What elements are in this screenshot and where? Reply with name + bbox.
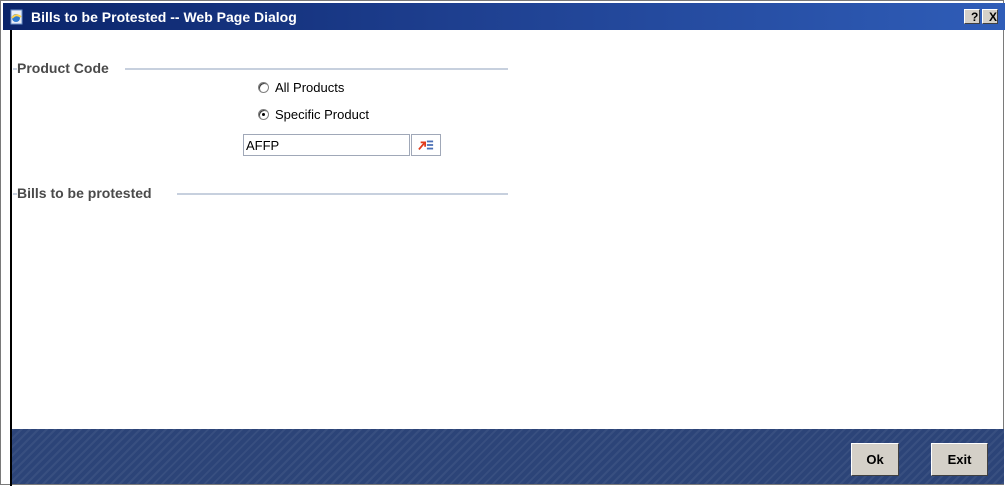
radio-button[interactable] — [258, 109, 269, 120]
dialog-window: Bills to be Protested -- Web Page Dialog… — [0, 0, 1005, 486]
exit-button[interactable]: Exit — [931, 443, 988, 476]
section-divider — [177, 193, 508, 195]
bills-section-title: Bills to be protested — [17, 185, 156, 201]
ie-page-icon — [10, 9, 23, 25]
ok-button[interactable]: Ok — [851, 443, 899, 476]
list-of-values-icon — [418, 140, 434, 151]
close-button[interactable]: X — [982, 9, 998, 24]
radio-all-products[interactable]: All Products — [258, 80, 344, 95]
title-bar: Bills to be Protested -- Web Page Dialog… — [3, 3, 1005, 30]
product-lov-button[interactable] — [411, 134, 441, 156]
section-divider — [125, 68, 508, 70]
product-code-input[interactable] — [243, 134, 410, 156]
radio-specific-product[interactable]: Specific Product — [258, 107, 369, 122]
radio-label: Specific Product — [275, 107, 369, 122]
radio-button[interactable] — [258, 82, 269, 93]
radio-label: All Products — [275, 80, 345, 95]
help-button[interactable]: ? — [964, 9, 980, 24]
dialog-title: Bills to be Protested -- Web Page Dialog — [31, 9, 297, 25]
product-code-section-title: Product Code — [17, 60, 113, 76]
dialog-left-border — [10, 30, 12, 486]
